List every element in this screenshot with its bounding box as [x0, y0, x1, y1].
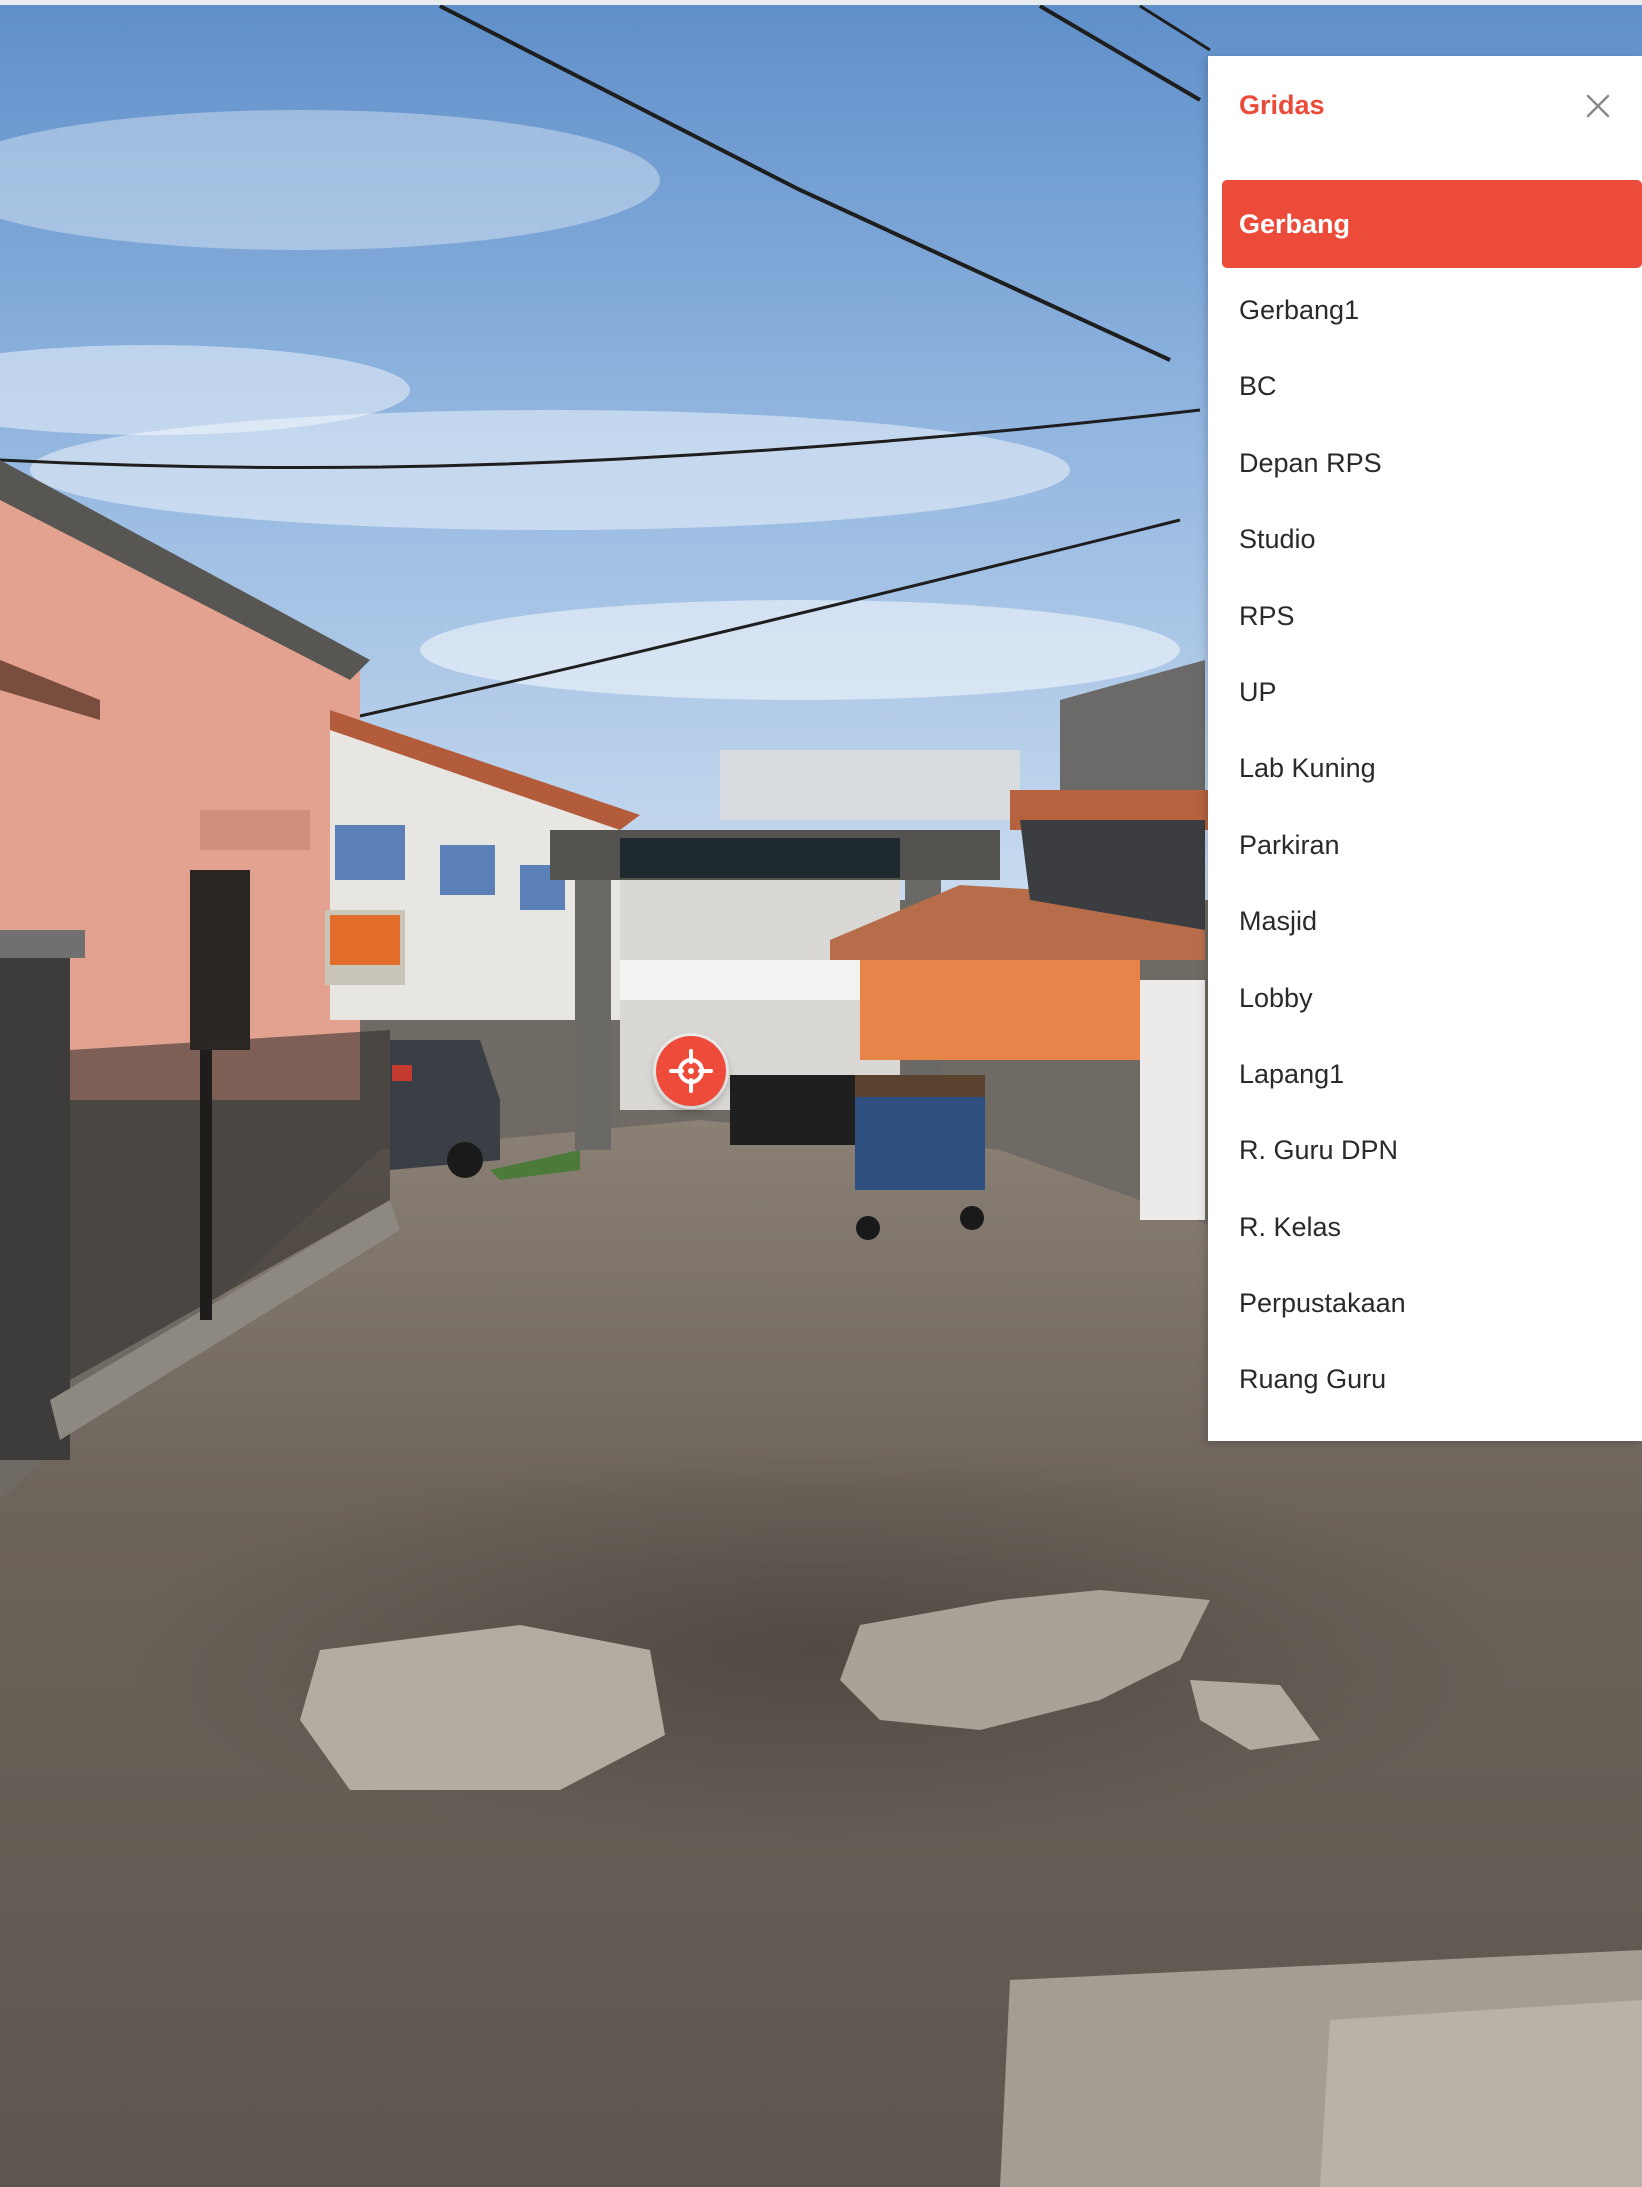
scene-hotspot[interactable] — [656, 1036, 726, 1106]
scene-item-parkiran[interactable]: Parkiran — [1222, 807, 1642, 883]
scene-item-lobby[interactable]: Lobby — [1222, 960, 1642, 1036]
scene-item-masjid[interactable]: Masjid — [1222, 883, 1642, 959]
scene-item-gerbang1[interactable]: Gerbang1 — [1222, 272, 1642, 348]
scene-item-gerbang[interactable]: Gerbang — [1222, 180, 1642, 268]
top-strip — [0, 0, 1642, 5]
scene-item-r-guru-dpn[interactable]: R. Guru DPN — [1222, 1112, 1642, 1188]
scene-item-depan-rps[interactable]: Depan RPS — [1222, 425, 1642, 501]
close-icon — [1586, 94, 1610, 118]
scene-item-studio[interactable]: Studio — [1222, 501, 1642, 577]
scene-item-ruang-guru[interactable]: Ruang Guru — [1222, 1341, 1642, 1417]
scene-item-perpustakaan[interactable]: Perpustakaan — [1222, 1265, 1642, 1341]
scene-item-rps[interactable]: RPS — [1222, 578, 1642, 654]
panorama-viewer[interactable]: Gridas Gerbang Gerbang1 BC Depan RPS Stu… — [0, 0, 1642, 2187]
scene-item-up[interactable]: UP — [1222, 654, 1642, 730]
close-button[interactable] — [1578, 86, 1618, 126]
panel-header: Gridas — [1208, 56, 1642, 176]
scene-list: Gerbang Gerbang1 BC Depan RPS Studio RPS… — [1222, 180, 1642, 1418]
panel-title: Gridas — [1239, 90, 1325, 120]
scene-item-lapang1[interactable]: Lapang1 — [1222, 1036, 1642, 1112]
scene-list-panel: Gridas Gerbang Gerbang1 BC Depan RPS Stu… — [1208, 56, 1642, 1441]
scene-item-bc[interactable]: BC — [1222, 348, 1642, 424]
scene-item-lab-kuning[interactable]: Lab Kuning — [1222, 730, 1642, 806]
scene-item-r-kelas[interactable]: R. Kelas — [1222, 1189, 1642, 1265]
crosshair-icon — [669, 1049, 713, 1093]
